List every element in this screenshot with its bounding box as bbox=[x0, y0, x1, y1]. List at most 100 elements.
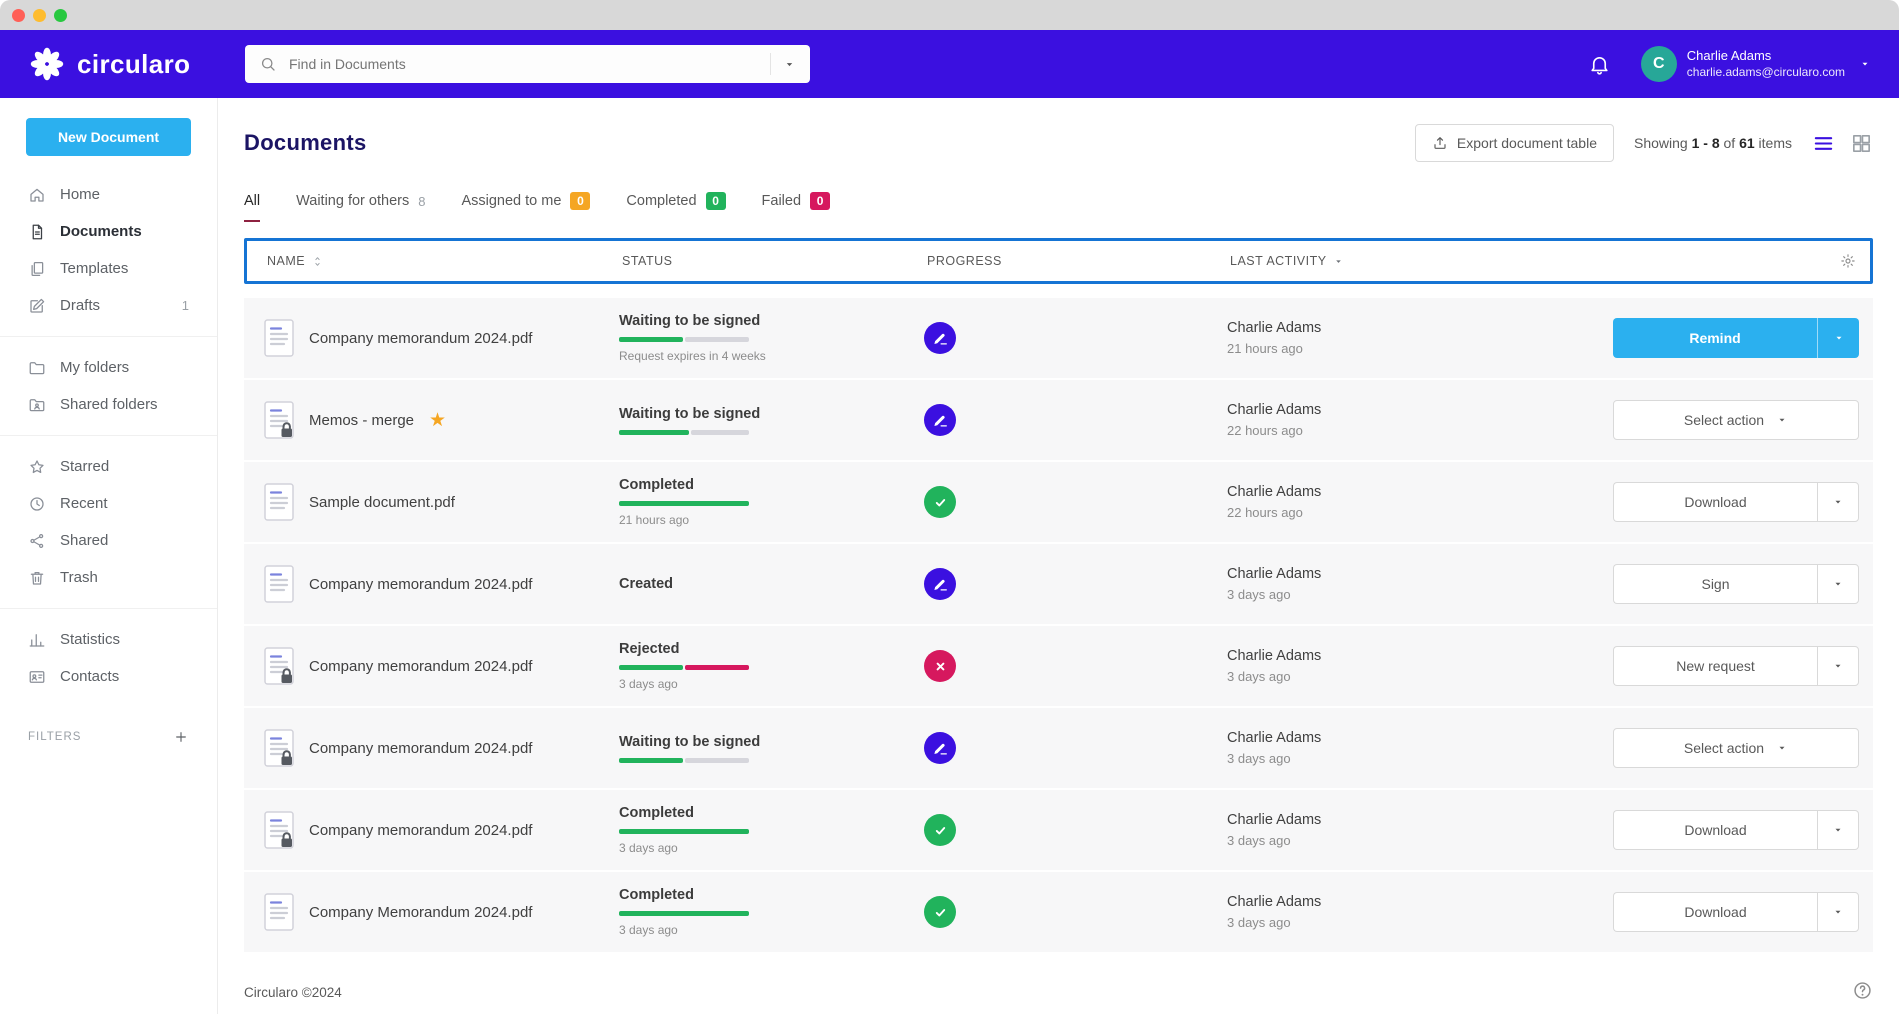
table-row[interactable]: Sample document.pdfCompleted21 hours ago… bbox=[244, 462, 1873, 542]
minimize-window-button[interactable] bbox=[33, 9, 46, 22]
table-row[interactable]: Memos - merge★Waiting to be signedCharli… bbox=[244, 380, 1873, 460]
sidebar-item-templates[interactable]: Templates bbox=[0, 250, 217, 287]
search-input[interactable] bbox=[287, 55, 770, 73]
action-label: New request bbox=[1676, 658, 1755, 674]
document-name[interactable]: Company memorandum 2024.pdf bbox=[309, 740, 532, 757]
tab-completed[interactable]: Completed0 bbox=[626, 192, 725, 222]
user-menu[interactable]: C Charlie Adams charlie.adams@circularo.… bbox=[1641, 46, 1871, 82]
chevron-down-icon bbox=[1832, 496, 1844, 508]
sort-icon[interactable] bbox=[311, 255, 324, 268]
action-cell: Download bbox=[1613, 810, 1859, 850]
notifications-bell-icon[interactable] bbox=[1588, 53, 1611, 76]
table-row[interactable]: Company memorandum 2024.pdfCreatedCharli… bbox=[244, 544, 1873, 624]
document-icon bbox=[264, 565, 294, 603]
document-name[interactable]: Sample document.pdf bbox=[309, 494, 455, 511]
add-filter-button[interactable] bbox=[173, 729, 189, 745]
download-button[interactable]: Download bbox=[1613, 482, 1817, 522]
sign-button[interactable]: Sign bbox=[1613, 564, 1817, 604]
document-name[interactable]: Company Memorandum 2024.pdf bbox=[309, 904, 532, 921]
sidebar-divider bbox=[0, 435, 217, 436]
document-name[interactable]: Company memorandum 2024.pdf bbox=[309, 330, 532, 347]
remind-button[interactable]: Remind bbox=[1613, 318, 1817, 358]
document-name[interactable]: Company memorandum 2024.pdf bbox=[309, 658, 532, 675]
action-dropdown-caret-button[interactable] bbox=[1817, 892, 1859, 932]
home-icon bbox=[28, 186, 46, 204]
zoom-window-button[interactable] bbox=[54, 9, 67, 22]
document-name[interactable]: Company memorandum 2024.pdf bbox=[309, 822, 532, 839]
close-window-button[interactable] bbox=[12, 9, 25, 22]
action-dropdown-caret-button[interactable] bbox=[1817, 482, 1859, 522]
progress-segment bbox=[685, 665, 749, 670]
sidebar-item-label: Shared bbox=[60, 532, 108, 549]
table-settings-gear-icon[interactable] bbox=[1840, 253, 1856, 269]
sidebar-item-drafts[interactable]: Drafts1 bbox=[0, 287, 217, 324]
name-cell: Company memorandum 2024.pdf bbox=[244, 811, 619, 849]
action-dropdown-caret-button[interactable] bbox=[1817, 318, 1859, 358]
tab-count-badge: 8 bbox=[418, 194, 425, 209]
stats-icon bbox=[28, 631, 46, 649]
document-name[interactable]: Memos - merge bbox=[309, 412, 414, 429]
select-action-button[interactable]: Select action bbox=[1613, 400, 1859, 440]
trash-icon bbox=[28, 569, 46, 587]
column-header-last-activity[interactable]: LAST ACTIVITY bbox=[1230, 254, 1610, 268]
document-locked-icon bbox=[264, 401, 294, 439]
drafts-icon bbox=[28, 297, 46, 315]
action-dropdown-caret-button[interactable] bbox=[1817, 810, 1859, 850]
sidebar-item-my-folders[interactable]: My folders bbox=[0, 349, 217, 386]
action-dropdown-caret-button[interactable] bbox=[1817, 564, 1859, 604]
document-locked-icon bbox=[264, 647, 294, 685]
sidebar-item-recent[interactable]: Recent bbox=[0, 485, 217, 522]
name-cell: Company memorandum 2024.pdf bbox=[244, 729, 619, 767]
signature-badge bbox=[924, 404, 956, 436]
activity-time: 22 hours ago bbox=[1227, 505, 1613, 520]
column-header-name[interactable]: NAME bbox=[247, 254, 622, 268]
new-document-button[interactable]: New Document bbox=[26, 118, 191, 156]
contacts-icon bbox=[28, 668, 46, 686]
sidebar-item-label: Templates bbox=[60, 260, 128, 277]
select-action-button[interactable]: Select action bbox=[1613, 728, 1859, 768]
tab-all[interactable]: All bbox=[244, 192, 260, 222]
star-icon[interactable]: ★ bbox=[429, 411, 446, 430]
user-menu-caret-icon bbox=[1859, 58, 1871, 70]
table-row[interactable]: Company memorandum 2024.pdfCompleted3 da… bbox=[244, 790, 1873, 870]
column-header-status[interactable]: STATUS bbox=[622, 254, 927, 268]
sidebar-item-shared[interactable]: Shared bbox=[0, 522, 217, 559]
status-label: Rejected bbox=[619, 641, 924, 657]
new-request-button[interactable]: New request bbox=[1613, 646, 1817, 686]
sidebar-item-home[interactable]: Home bbox=[0, 176, 217, 213]
table-row[interactable]: Company memorandum 2024.pdfWaiting to be… bbox=[244, 708, 1873, 788]
tab-waiting-for-others[interactable]: Waiting for others8 bbox=[296, 192, 425, 222]
circularo-flower-icon bbox=[28, 45, 66, 83]
action-dropdown-caret-button[interactable] bbox=[1817, 646, 1859, 686]
grid-view-icon[interactable] bbox=[1850, 132, 1873, 155]
sort-desc-caret-icon[interactable] bbox=[1333, 256, 1344, 267]
progress-segment bbox=[619, 665, 683, 670]
document-name[interactable]: Company memorandum 2024.pdf bbox=[309, 576, 532, 593]
status-note: 3 days ago bbox=[619, 841, 924, 855]
sidebar-item-shared-folders[interactable]: Shared folders bbox=[0, 386, 217, 423]
page-title: Documents bbox=[244, 130, 367, 156]
action-cell: Download bbox=[1613, 892, 1859, 932]
download-button[interactable]: Download bbox=[1613, 892, 1817, 932]
sidebar-item-statistics[interactable]: Statistics bbox=[0, 621, 217, 658]
sidebar-item-documents[interactable]: Documents bbox=[0, 213, 217, 250]
tab-assigned-to-me[interactable]: Assigned to me0 bbox=[461, 192, 590, 222]
sidebar-item-starred[interactable]: Starred bbox=[0, 448, 217, 485]
sidebar-item-trash[interactable]: Trash bbox=[0, 559, 217, 596]
column-header-progress[interactable]: PROGRESS bbox=[927, 254, 1230, 268]
search-options-caret[interactable] bbox=[770, 53, 796, 75]
export-document-table-button[interactable]: Export document table bbox=[1415, 124, 1614, 162]
download-button[interactable]: Download bbox=[1613, 810, 1817, 850]
status-progress-bar bbox=[619, 430, 749, 435]
completed-badge bbox=[924, 814, 956, 846]
table-row[interactable]: Company Memorandum 2024.pdfCompleted3 da… bbox=[244, 872, 1873, 952]
list-view-icon[interactable] bbox=[1812, 132, 1835, 155]
help-button[interactable] bbox=[1852, 980, 1873, 1004]
activity-time: 21 hours ago bbox=[1227, 341, 1613, 356]
sidebar-item-contacts[interactable]: Contacts bbox=[0, 658, 217, 695]
table-row[interactable]: Company memorandum 2024.pdfWaiting to be… bbox=[244, 298, 1873, 378]
tab-failed[interactable]: Failed0 bbox=[762, 192, 831, 222]
circularo-logo[interactable]: circularo bbox=[28, 45, 233, 83]
status-progress-bar bbox=[619, 911, 749, 916]
table-row[interactable]: Company memorandum 2024.pdfRejected3 day… bbox=[244, 626, 1873, 706]
